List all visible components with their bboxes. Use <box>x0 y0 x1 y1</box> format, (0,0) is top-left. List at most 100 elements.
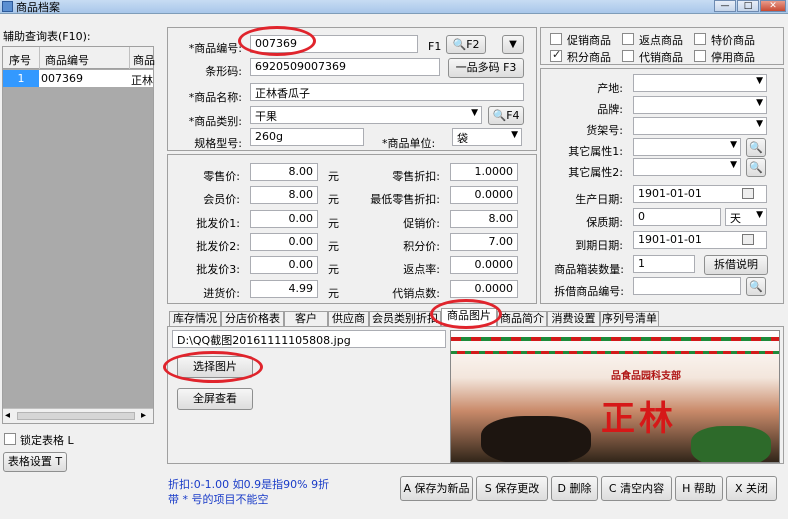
tab-7[interactable]: 消费设置 <box>547 311 600 327</box>
category-select[interactable]: 干果 ▼ <box>250 106 482 124</box>
shelf-select[interactable]: ▼ <box>633 117 767 135</box>
flag-checkbox[interactable] <box>622 33 634 45</box>
tab-3[interactable]: 供应商 <box>328 311 369 327</box>
purchase-price-input[interactable]: 4.99 <box>250 279 318 298</box>
fullscreen-view-button[interactable]: 全屏查看 <box>177 388 253 410</box>
promo-price-input[interactable]: 8.00 <box>450 209 518 228</box>
dropdown-arrow-icon: ▼ <box>730 140 737 150</box>
choose-image-button[interactable]: 选择图片 <box>177 356 253 378</box>
table-row[interactable]: 1 007369 正林 <box>3 70 153 87</box>
row-seq: 1 <box>3 70 39 87</box>
image-path-input[interactable]: D:\QQ截图20161111105808.jpg <box>172 330 446 348</box>
retail-discount-input[interactable]: 1.0000 <box>450 163 518 181</box>
wholesale1-price-input[interactable]: 0.00 <box>250 209 318 228</box>
box-qty-label: 商品箱装数量: <box>554 263 624 276</box>
tab-5[interactable]: 商品图片 <box>441 308 497 327</box>
table-settings-button[interactable]: 表格设置 T <box>3 452 67 472</box>
search-f2-button[interactable]: 🔍F2 <box>446 35 486 54</box>
barcode-input[interactable]: 6920509007369 <box>250 58 440 76</box>
delete-button[interactable]: D 删除 <box>551 476 598 501</box>
required-hint: 带 * 号的项目不能空 <box>168 493 269 506</box>
currency-unit: 元 <box>328 263 339 277</box>
flag-checkbox[interactable] <box>622 50 634 62</box>
magnifier-icon: 🔍 <box>492 109 507 122</box>
flag-checkbox[interactable] <box>694 33 706 45</box>
attr2-search-button[interactable]: 🔍 <box>746 158 766 177</box>
scroll-thumb[interactable] <box>17 412 135 420</box>
product-code-input[interactable]: 007369 <box>250 35 418 53</box>
dropdown-arrow-icon: ▼ <box>756 98 763 108</box>
split-code-input[interactable] <box>633 277 741 295</box>
close-button[interactable]: X 关闭 <box>726 476 777 501</box>
header-seq: 序号 <box>9 54 31 67</box>
consign-points-input[interactable]: 0.0000 <box>450 279 518 298</box>
box-qty-input[interactable]: 1 <box>633 255 695 273</box>
row-code: 007369 <box>41 72 83 85</box>
shelf-life-unit-value: 天 <box>730 212 741 225</box>
retail-price-input[interactable]: 8.00 <box>250 163 318 181</box>
attr1-search-button[interactable]: 🔍 <box>746 138 766 157</box>
magnifier-icon: 🔍 <box>452 38 467 51</box>
tab-8[interactable]: 序列号清单 <box>600 311 659 327</box>
dropdown-arrow-icon: ▼ <box>756 210 763 220</box>
tab-2[interactable]: 客户 <box>284 311 328 327</box>
flag-checkbox[interactable] <box>694 50 706 62</box>
min-discount-input[interactable]: 0.0000 <box>450 186 518 205</box>
unit-label: *商品单位: <box>382 137 436 150</box>
scroll-right-icon[interactable]: ▸ <box>141 410 146 421</box>
attr1-label: 其它属性1: <box>568 145 623 158</box>
wholesale3-price-label: 批发价3: <box>196 263 240 277</box>
save-new-button[interactable]: A 保存为新品 <box>400 476 473 501</box>
product-name-input[interactable]: 正林香瓜子 <box>250 83 524 101</box>
dropdown-arrow-icon: ▼ <box>511 130 518 140</box>
origin-select[interactable]: ▼ <box>633 74 767 92</box>
tab-4[interactable]: 会员类别折扣 <box>369 311 441 327</box>
split-code-search-button[interactable]: 🔍 <box>746 277 766 296</box>
calendar-icon[interactable] <box>742 234 754 245</box>
lock-table-checkbox[interactable] <box>4 433 16 445</box>
name-label: *商品名称: <box>188 91 242 104</box>
dropdown-arrow-icon: ▼ <box>756 76 763 86</box>
close-window-button[interactable]: ✕ <box>760 0 786 12</box>
attr1-select[interactable]: ▼ <box>633 138 741 156</box>
aux-table-title: 辅助查询表(F10): <box>3 30 91 43</box>
rebate-rate-input[interactable]: 0.0000 <box>450 256 518 275</box>
flag-label: 特价商品 <box>711 34 755 47</box>
brand-select[interactable]: ▼ <box>633 96 767 114</box>
member-price-input[interactable]: 8.00 <box>250 186 318 205</box>
tab-0[interactable]: 库存情况 <box>169 311 221 327</box>
calendar-icon[interactable] <box>742 188 754 199</box>
maximize-button[interactable]: □ <box>737 0 759 12</box>
f4-label: F4 <box>506 109 520 122</box>
spec-input[interactable]: 260g <box>250 128 364 146</box>
wholesale2-price-input[interactable]: 0.00 <box>250 232 318 251</box>
retail-price-label: 零售价: <box>203 170 240 183</box>
collapse-toggle-icon[interactable]: ▼ <box>502 35 524 54</box>
split-info-button[interactable]: 拆借说明 <box>704 255 768 275</box>
flag-checkbox[interactable] <box>550 33 562 45</box>
currency-unit: 元 <box>328 193 339 207</box>
attr2-select[interactable]: ▼ <box>633 158 741 176</box>
minimize-button[interactable]: — <box>714 0 736 12</box>
points-price-input[interactable]: 7.00 <box>450 232 518 251</box>
help-button[interactable]: H 帮助 <box>675 476 723 501</box>
f1-hint: F1 <box>428 40 442 53</box>
wholesale3-price-input[interactable]: 0.00 <box>250 256 318 275</box>
attr2-label: 其它属性2: <box>568 166 623 179</box>
save-changes-button[interactable]: S 保存更改 <box>476 476 548 501</box>
magnifier-icon: 🔍 <box>749 161 763 174</box>
shelf-life-unit-select[interactable]: 天 ▼ <box>725 208 767 226</box>
horizontal-scrollbar[interactable]: ◂ ▸ <box>3 408 153 423</box>
tab-1[interactable]: 分店价格表 <box>221 311 284 327</box>
shelf-life-input[interactable]: 0 <box>633 208 721 226</box>
multi-barcode-button[interactable]: 一品多码 F3 <box>448 58 524 78</box>
unit-select[interactable]: 袋 ▼ <box>452 128 522 146</box>
scroll-left-icon[interactable]: ◂ <box>5 410 10 421</box>
clear-button[interactable]: C 清空内容 <box>601 476 672 501</box>
f2-label: F2 <box>466 38 480 51</box>
flag-label: 代销商品 <box>639 51 683 64</box>
aux-table[interactable]: 序号 商品编号 商品 1 007369 正林 ◂ ▸ <box>2 46 155 424</box>
search-f4-button[interactable]: 🔍F4 <box>488 106 524 125</box>
flag-checkbox[interactable] <box>550 48 562 62</box>
tab-6[interactable]: 商品简介 <box>497 311 547 327</box>
